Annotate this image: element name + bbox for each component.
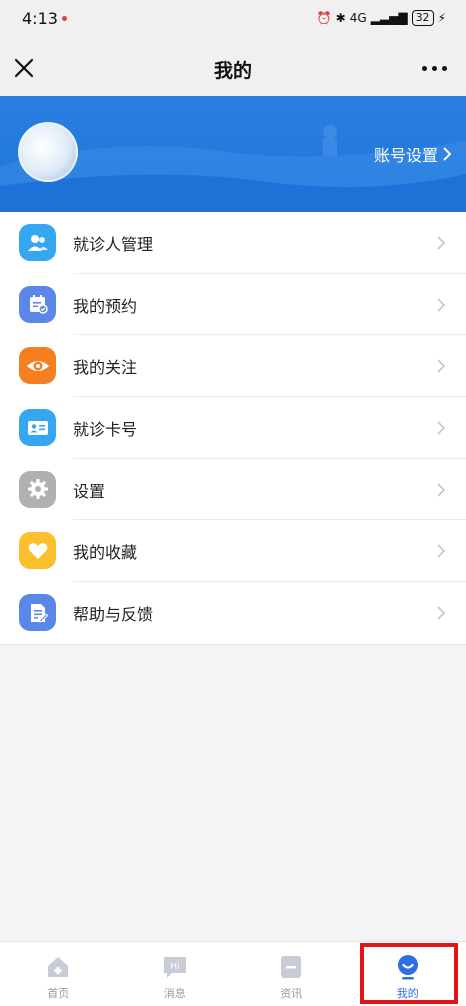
chevron-right-icon (437, 421, 446, 435)
message-icon: Hi (163, 957, 186, 978)
tab-home[interactable]: 首页 (0, 942, 117, 1006)
tab-label: 消息 (163, 987, 186, 1000)
notification-dot (62, 16, 67, 21)
tab-profile[interactable]: 我的 (350, 942, 466, 1006)
id-card-icon (19, 409, 56, 447)
feedback-doc-icon (19, 594, 56, 632)
chevron-right-icon (437, 606, 446, 620)
menu-item-favorites[interactable]: 我的收藏 (0, 520, 466, 583)
top-navbar: 我的 (0, 40, 466, 96)
chevron-right-icon (443, 147, 452, 161)
tab-label: 资讯 (280, 987, 303, 1000)
tab-label: 我的 (396, 987, 419, 1000)
avatar[interactable] (18, 122, 78, 182)
menu-item-follows[interactable]: 我的关注 (0, 335, 466, 398)
status-time: 4:13 (22, 9, 58, 28)
chevron-right-icon (437, 544, 446, 559)
alarm-icon: ⏰ (316, 11, 332, 25)
menu-label: 就诊卡号 (73, 419, 138, 439)
menu-label: 就诊人管理 (73, 234, 154, 254)
menu-item-card-number[interactable]: 就诊卡号 (0, 397, 466, 459)
account-settings-link[interactable]: 账号设置 (374, 142, 452, 166)
menu-item-appointments[interactable]: 我的预约 (0, 274, 466, 336)
chevron-right-icon (437, 298, 446, 312)
more-icon[interactable] (420, 58, 448, 78)
menu-item-help-feedback[interactable]: 帮助与反馈 (0, 582, 466, 644)
home-icon (48, 957, 69, 977)
chevron-right-icon (437, 483, 446, 497)
menu-item-settings[interactable]: 设置 (0, 459, 466, 521)
news-icon (281, 956, 302, 978)
patients-icon (19, 224, 56, 261)
svg-text:Hi: Hi (170, 962, 179, 972)
profile-banner: 账号设置 (0, 96, 466, 212)
chevron-right-icon (437, 236, 446, 250)
heart-icon (19, 532, 56, 570)
menu-label: 帮助与反馈 (73, 604, 154, 624)
bluetooth-icon: ✱ (335, 11, 346, 25)
menu-label: 我的关注 (73, 358, 138, 378)
gear-icon (19, 470, 56, 508)
chevron-right-icon (437, 359, 446, 373)
account-settings-label: 账号设置 (373, 146, 438, 165)
tab-label: 首页 (47, 987, 70, 1000)
signal-label: 4G (349, 11, 367, 25)
status-icons: ⏰ ✱ 4G ▂▃▅▇ 32 ⚡ (317, 10, 446, 26)
battery-indicator: 32 (411, 10, 434, 26)
eye-icon (19, 347, 56, 385)
tab-news[interactable]: 资讯 (233, 942, 350, 1006)
tab-messages[interactable]: Hi 消息 (117, 942, 234, 1006)
profile-icon (397, 955, 418, 980)
status-bar: 4:13 ⏰ ✱ 4G ▂▃▅▇ 32 ⚡ (0, 0, 466, 40)
charging-icon: ⚡ (437, 11, 446, 25)
signal-icon: ▂▃▅▇ (370, 11, 408, 25)
menu-item-patients[interactable]: 就诊人管理 (0, 212, 466, 274)
page-title: 我的 (213, 60, 252, 82)
menu-label: 我的收藏 (73, 543, 138, 563)
menu-label: 设置 (73, 481, 106, 501)
menu-list: 就诊人管理 我的预约 我的关注 就诊卡号 设置 我的收藏 帮助与反馈 (0, 212, 466, 645)
calendar-check-icon (19, 285, 56, 323)
menu-label: 我的预约 (73, 296, 138, 316)
bottom-tab-bar: 首页 Hi 消息 资讯 我的 (0, 941, 466, 1006)
